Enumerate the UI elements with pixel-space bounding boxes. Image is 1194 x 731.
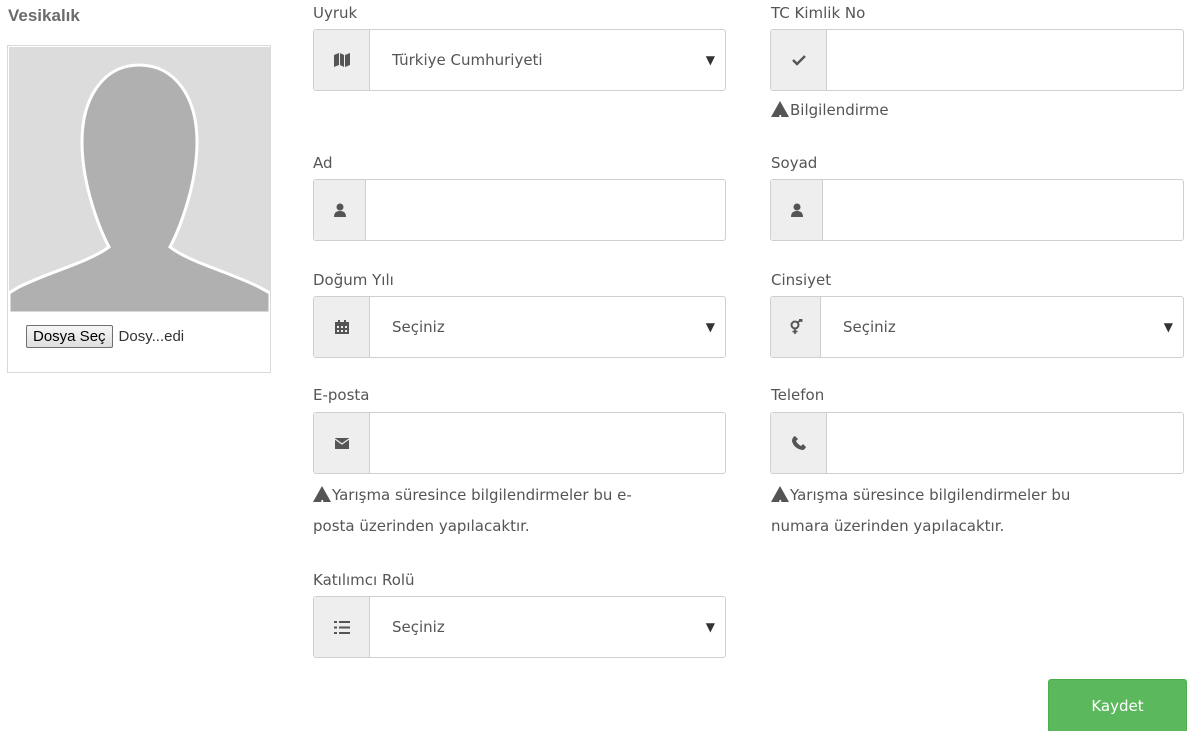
last-name-input[interactable] xyxy=(770,179,1184,241)
photo-title: Vesikalık xyxy=(8,6,80,25)
email-hint-line2: posta üzerinden yapılacaktır. xyxy=(313,517,530,535)
gender-label: Cinsiyet xyxy=(771,271,832,289)
file-name-label: Dosy...edi xyxy=(118,328,185,345)
calendar-icon xyxy=(314,297,370,357)
tc-label: TC Kimlik No xyxy=(771,4,866,22)
user-icon xyxy=(314,180,366,240)
user-icon xyxy=(771,180,823,240)
phone-label: Telefon xyxy=(771,386,825,404)
chevron-down-icon: ▼ xyxy=(705,53,715,67)
gender-value: Seçiniz xyxy=(843,318,896,336)
phone-input[interactable] xyxy=(770,412,1184,474)
avatar-placeholder xyxy=(9,47,270,313)
role-label: Katılımcı Rolü xyxy=(313,571,415,589)
tc-input[interactable] xyxy=(770,29,1184,91)
warning-icon xyxy=(313,486,331,520)
first-name-label: Ad xyxy=(313,154,333,172)
email-input[interactable] xyxy=(313,412,726,474)
role-value: Seçiniz xyxy=(392,618,445,636)
tc-hint-text: Bilgilendirme xyxy=(790,101,889,119)
save-button[interactable]: Kaydet xyxy=(1048,679,1187,731)
email-label: E-posta xyxy=(313,386,370,404)
role-select[interactable]: Seçiniz ▼ xyxy=(313,596,726,658)
email-hint-line1: Yarışma süresince bilgilendirmeler bu e- xyxy=(332,486,632,504)
tc-hint: Bilgilendirme xyxy=(771,95,889,135)
email-hint: Yarışma süresince bilgilendirmeler bu e-… xyxy=(313,480,733,542)
warning-icon xyxy=(771,486,789,520)
nationality-select[interactable]: Türkiye Cumhuriyeti ▼ xyxy=(313,29,726,91)
birth-year-select[interactable]: Seçiniz ▼ xyxy=(313,296,726,358)
gender-icon xyxy=(771,297,821,357)
phone-hint: Yarışma süresince bilgilendirmeler bu nu… xyxy=(771,480,1191,542)
chevron-down-icon: ▼ xyxy=(1163,320,1173,334)
avatar-silhouette-icon xyxy=(9,47,270,313)
gender-select[interactable]: Seçiniz ▼ xyxy=(770,296,1184,358)
envelope-icon xyxy=(314,413,370,473)
list-icon xyxy=(314,597,370,657)
phone-hint-line2: numara üzerinden yapılacaktır. xyxy=(771,517,1005,535)
photo-box: Dosya Seç Dosy...edi xyxy=(7,45,271,373)
phone-icon xyxy=(771,413,827,473)
choose-file-button[interactable]: Dosya Seç xyxy=(26,325,113,348)
chevron-down-icon: ▼ xyxy=(705,620,715,634)
birth-year-label: Doğum Yılı xyxy=(313,271,394,289)
birth-year-value: Seçiniz xyxy=(392,318,445,336)
phone-hint-line1: Yarışma süresince bilgilendirmeler bu xyxy=(790,486,1071,504)
nationality-label: Uyruk xyxy=(313,4,358,22)
warning-icon xyxy=(771,101,789,135)
last-name-label: Soyad xyxy=(771,154,818,172)
check-icon xyxy=(771,30,827,90)
chevron-down-icon: ▼ xyxy=(705,320,715,334)
file-input[interactable]: Dosya Seç Dosy...edi xyxy=(26,325,184,348)
first-name-input[interactable] xyxy=(313,179,726,241)
map-icon xyxy=(314,30,370,90)
nationality-value: Türkiye Cumhuriyeti xyxy=(392,51,543,69)
